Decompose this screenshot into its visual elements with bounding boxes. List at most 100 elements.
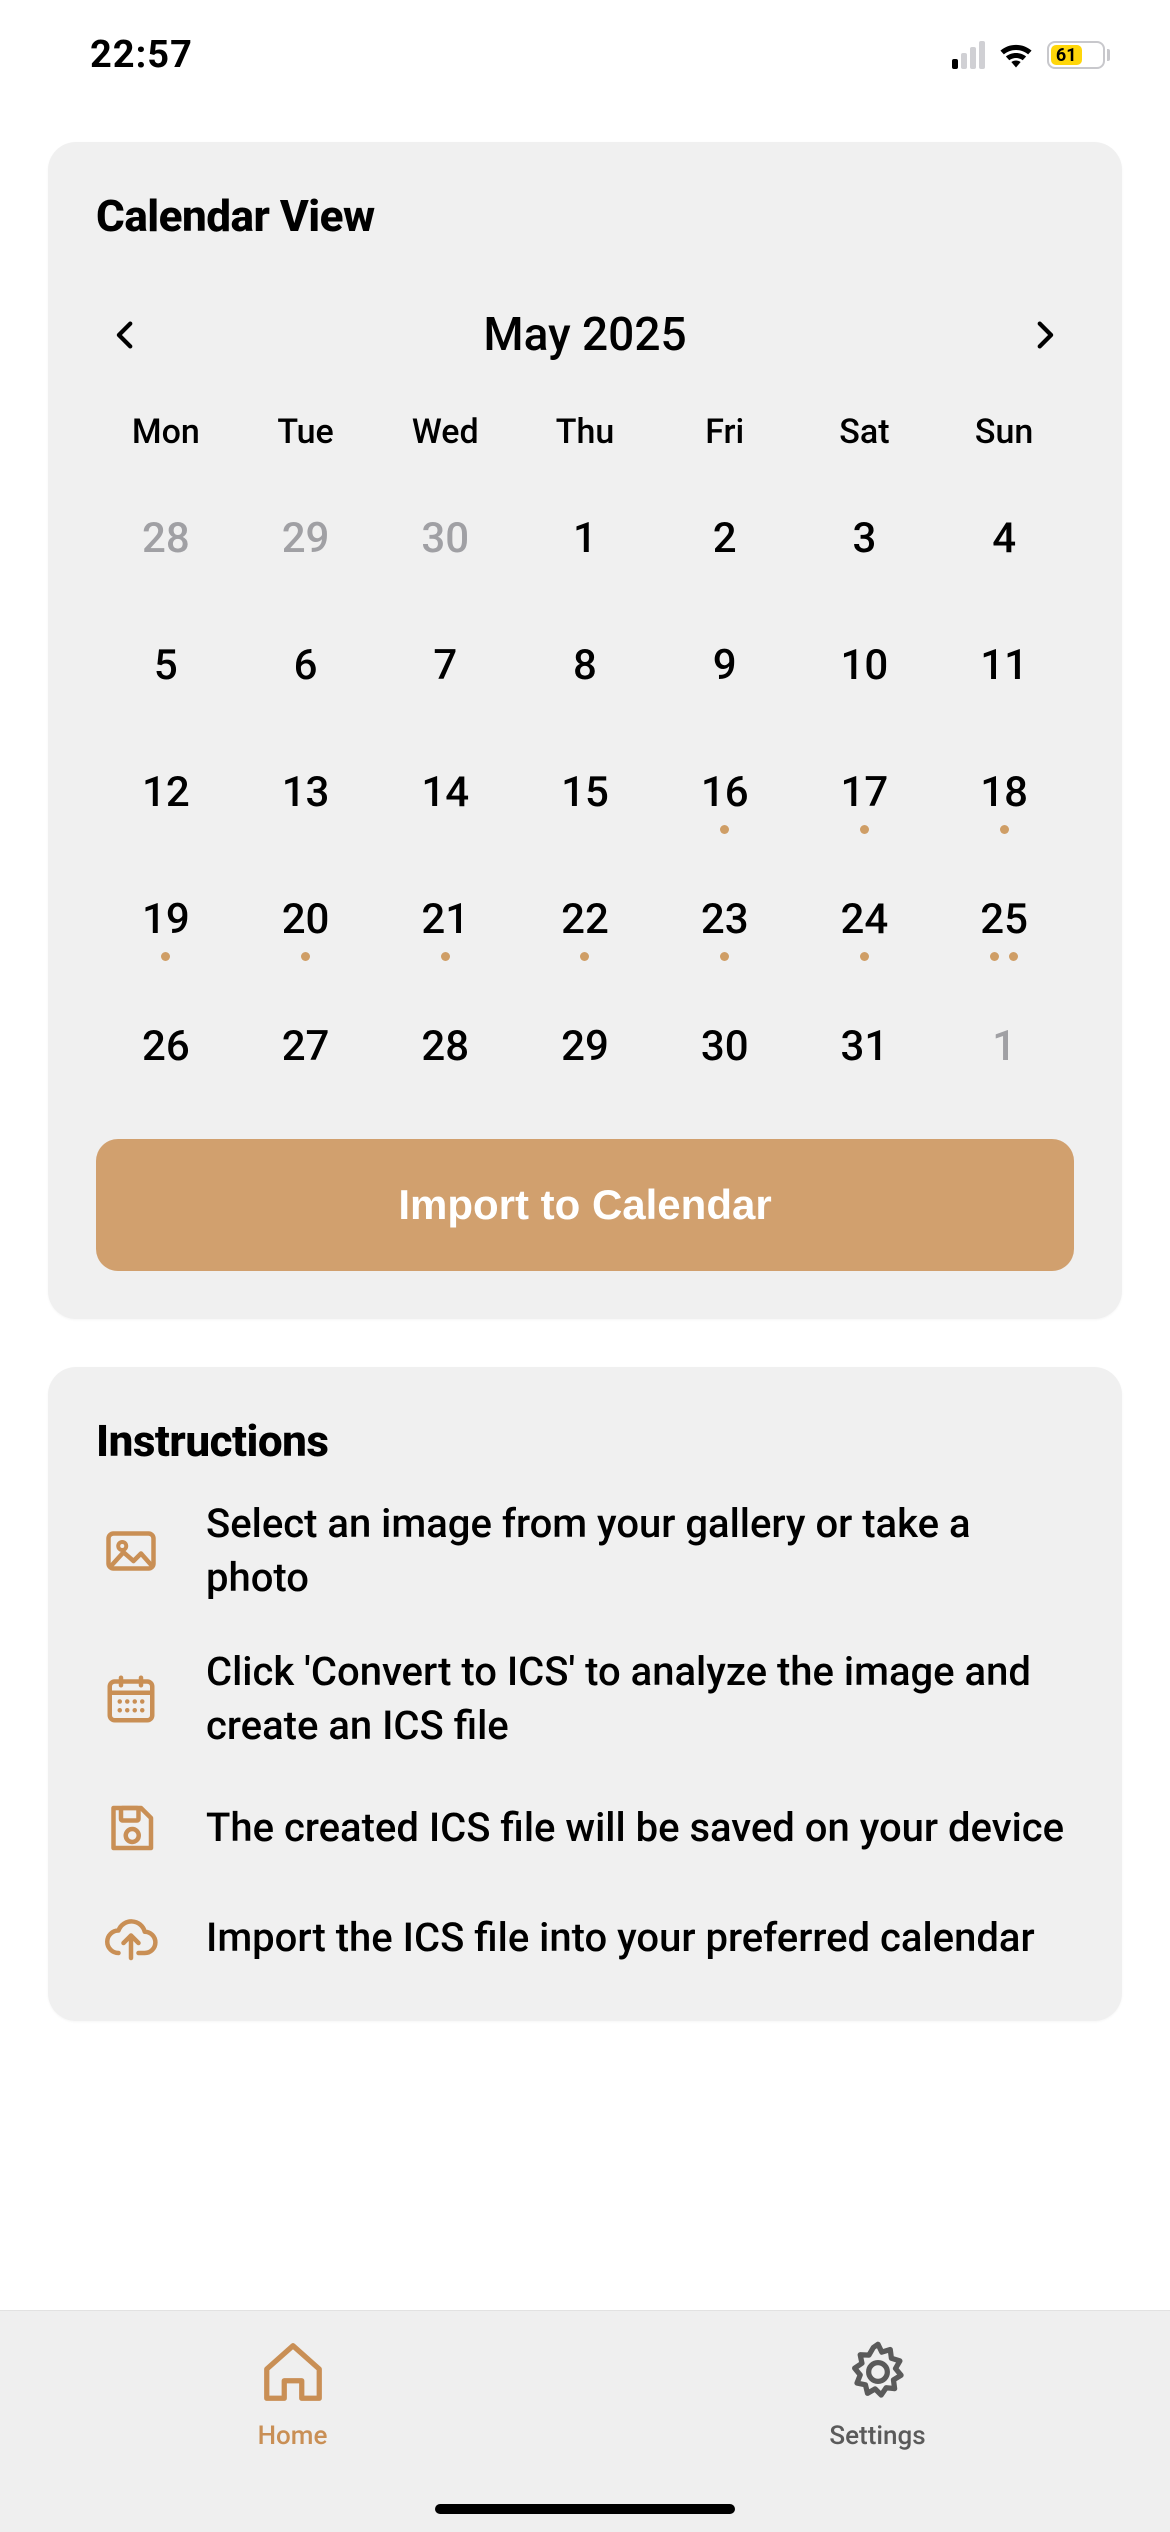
event-dots: [795, 952, 935, 964]
instruction-item: The created ICS file will be saved on yo…: [96, 1793, 1074, 1863]
calendar-day-number: 1: [515, 514, 655, 563]
cloud-upload-icon: [96, 1903, 166, 1973]
instruction-text: The created ICS file will be saved on yo…: [206, 1801, 1064, 1855]
calendar-day[interactable]: 14: [375, 750, 515, 843]
calendar-day-number: 23: [655, 895, 795, 944]
wifi-icon: [997, 41, 1035, 69]
calendar-day[interactable]: 24: [795, 877, 935, 970]
calendar-day[interactable]: 15: [515, 750, 655, 843]
next-month-button[interactable]: [1024, 315, 1064, 355]
calendar-day[interactable]: 28: [375, 1004, 515, 1097]
event-dots: [934, 698, 1074, 710]
event-dots: [96, 571, 236, 583]
calendar-day[interactable]: 19: [96, 877, 236, 970]
calendar-day[interactable]: 29: [236, 496, 376, 589]
calendar-day[interactable]: 25: [934, 877, 1074, 970]
calendar-day[interactable]: 29: [515, 1004, 655, 1097]
event-dot: [860, 825, 869, 834]
calendar-day-number: 31: [795, 1022, 935, 1071]
event-dots: [655, 698, 795, 710]
gear-icon: [843, 2337, 913, 2407]
calendar-day-number: 16: [655, 768, 795, 817]
event-dots: [375, 571, 515, 583]
battery-icon: 61: [1047, 41, 1110, 69]
calendar-day[interactable]: 6: [236, 623, 376, 716]
instruction-text: Click 'Convert to ICS' to analyze the im…: [206, 1645, 1074, 1753]
calendar-day-number: 3: [795, 514, 935, 563]
calendar-day-number: 27: [236, 1022, 376, 1071]
calendar-day[interactable]: 11: [934, 623, 1074, 716]
calendar-day[interactable]: 17: [795, 750, 935, 843]
calendar-day[interactable]: 30: [655, 1004, 795, 1097]
calendar-day[interactable]: 27: [236, 1004, 376, 1097]
calendar-day[interactable]: 2: [655, 496, 795, 589]
event-dots: [375, 952, 515, 964]
calendar-day-number: 26: [96, 1022, 236, 1071]
calendar-day[interactable]: 13: [236, 750, 376, 843]
instruction-item: Click 'Convert to ICS' to analyze the im…: [96, 1645, 1074, 1753]
tab-settings[interactable]: Settings: [585, 2311, 1170, 2532]
status-time: 22:57: [90, 33, 193, 77]
event-dot: [441, 952, 450, 961]
weekday-header: Tue: [236, 392, 376, 462]
tab-home[interactable]: Home: [0, 2311, 585, 2532]
calendar-day[interactable]: 31: [795, 1004, 935, 1097]
calendar-day[interactable]: 1: [934, 1004, 1074, 1097]
home-indicator[interactable]: [435, 2504, 735, 2514]
instruction-text: Import the ICS file into your preferred …: [206, 1911, 1035, 1965]
event-dot: [860, 952, 869, 961]
calendar-day-number: 5: [96, 641, 236, 690]
calendar-day-number: 30: [655, 1022, 795, 1071]
event-dot: [580, 952, 589, 961]
calendar-day[interactable]: 26: [96, 1004, 236, 1097]
event-dots: [795, 825, 935, 837]
event-dots: [515, 571, 655, 583]
event-dots: [375, 825, 515, 837]
event-dots: [515, 952, 655, 964]
calendar-day-number: 28: [96, 514, 236, 563]
instructions-list: Select an image from your gallery or tak…: [96, 1497, 1074, 1973]
event-dots: [655, 825, 795, 837]
event-dot: [301, 952, 310, 961]
calendar-day[interactable]: 30: [375, 496, 515, 589]
calendar-day-number: 25: [934, 895, 1074, 944]
calendar-day[interactable]: 10: [795, 623, 935, 716]
event-dots: [655, 571, 795, 583]
event-dots: [236, 952, 376, 964]
calendar-day-number: 17: [795, 768, 935, 817]
event-dot: [161, 952, 170, 961]
calendar-day[interactable]: 18: [934, 750, 1074, 843]
event-dots: [934, 825, 1074, 837]
event-dots: [515, 698, 655, 710]
calendar-day[interactable]: 20: [236, 877, 376, 970]
calendar-icon: [96, 1664, 166, 1734]
calendar-day-number: 18: [934, 768, 1074, 817]
calendar-day[interactable]: 1: [515, 496, 655, 589]
weekday-header: Thu: [515, 392, 655, 462]
event-dots: [655, 952, 795, 964]
instructions-card-title: Instructions: [96, 1415, 1074, 1467]
calendar-day[interactable]: 12: [96, 750, 236, 843]
calendar-day-number: 1: [934, 1022, 1074, 1071]
import-to-calendar-button[interactable]: Import to Calendar: [96, 1139, 1074, 1271]
event-dots: [795, 1079, 935, 1091]
calendar-day[interactable]: 7: [375, 623, 515, 716]
calendar-day[interactable]: 9: [655, 623, 795, 716]
calendar-day[interactable]: 28: [96, 496, 236, 589]
calendar-grid: MonTueWedThuFriSatSun2829301234567891011…: [96, 392, 1074, 1097]
weekday-header: Sat: [795, 392, 935, 462]
prev-month-button[interactable]: [106, 315, 146, 355]
calendar-day[interactable]: 16: [655, 750, 795, 843]
calendar-day-number: 21: [375, 895, 515, 944]
calendar-day[interactable]: 23: [655, 877, 795, 970]
calendar-day[interactable]: 21: [375, 877, 515, 970]
calendar-day[interactable]: 5: [96, 623, 236, 716]
calendar-day[interactable]: 8: [515, 623, 655, 716]
calendar-day[interactable]: 4: [934, 496, 1074, 589]
event-dot: [990, 952, 999, 961]
event-dots: [515, 825, 655, 837]
save-icon: [96, 1793, 166, 1863]
calendar-day[interactable]: 3: [795, 496, 935, 589]
calendar-day[interactable]: 22: [515, 877, 655, 970]
calendar-day-number: 24: [795, 895, 935, 944]
